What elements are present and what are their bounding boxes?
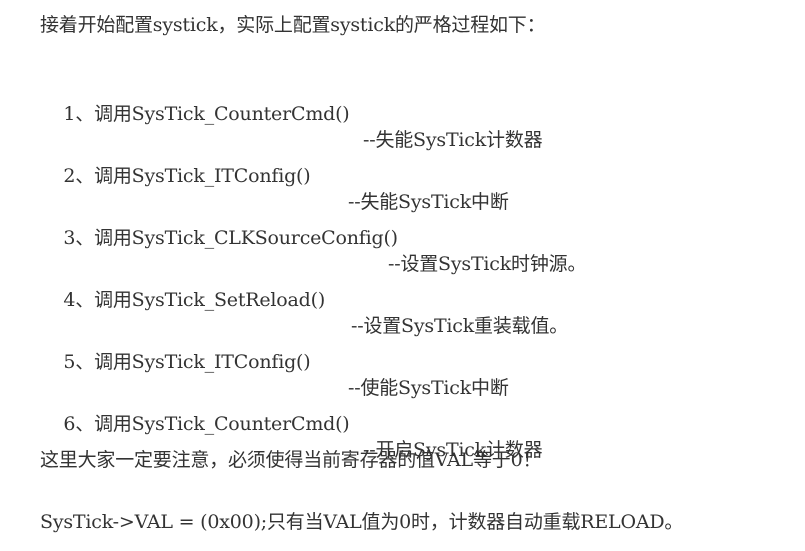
step-call: 调用SysTick_ITConfig() — [94, 351, 311, 373]
step-call: 调用SysTick_CounterCmd() — [94, 103, 350, 125]
step-description: --设置SysTick重装载值。 — [351, 315, 569, 337]
step-call: 调用SysTick_CLKSourceConfig() — [94, 227, 398, 249]
document-body: 接着开始配置systick，实际上配置systick的严格过程如下： 1、调用S… — [0, 0, 805, 551]
step-call: 调用SysTick_CounterCmd() — [94, 413, 350, 435]
step-call: 调用SysTick_ITConfig() — [94, 165, 311, 187]
intro-paragraph: 接着开始配置systick，实际上配置systick的严格过程如下： — [40, 14, 546, 36]
step-6: 6、调用SysTick_CounterCmd() --开启SysTick计数器 — [40, 385, 542, 489]
step-number: 2、 — [63, 165, 95, 187]
step-description: --使能SysTick中断 — [348, 377, 509, 399]
step-description: --设置SysTick时钟源。 — [388, 253, 587, 275]
step-number: 5、 — [63, 351, 95, 373]
step-number: 4、 — [63, 289, 95, 311]
note-paragraph: 这里大家一定要注意，必须使得当前寄存器的值VAL等于0！ — [40, 449, 542, 471]
step-number: 6、 — [63, 413, 95, 435]
step-number: 1、 — [63, 103, 95, 125]
step-call: 调用SysTick_SetReload() — [94, 289, 326, 311]
step-number: 3、 — [63, 227, 95, 249]
code-line-paragraph: SysTick->VAL = (0x00);只有当VAL值为0时，计数器自动重载… — [40, 511, 684, 533]
step-description: --失能SysTick计数器 — [363, 129, 543, 151]
